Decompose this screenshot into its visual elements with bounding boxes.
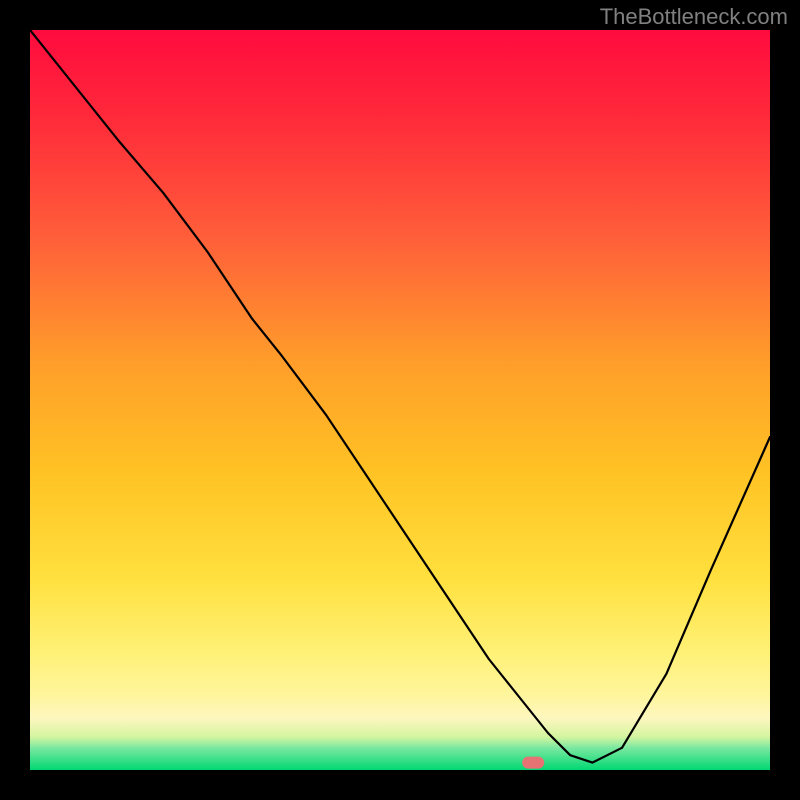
chart-svg: [30, 30, 770, 770]
chart-frame: [0, 0, 800, 800]
plot-area: [30, 30, 770, 770]
watermark-text: TheBottleneck.com: [600, 4, 788, 30]
gradient-background: [30, 30, 770, 770]
optimal-marker: [522, 757, 544, 769]
